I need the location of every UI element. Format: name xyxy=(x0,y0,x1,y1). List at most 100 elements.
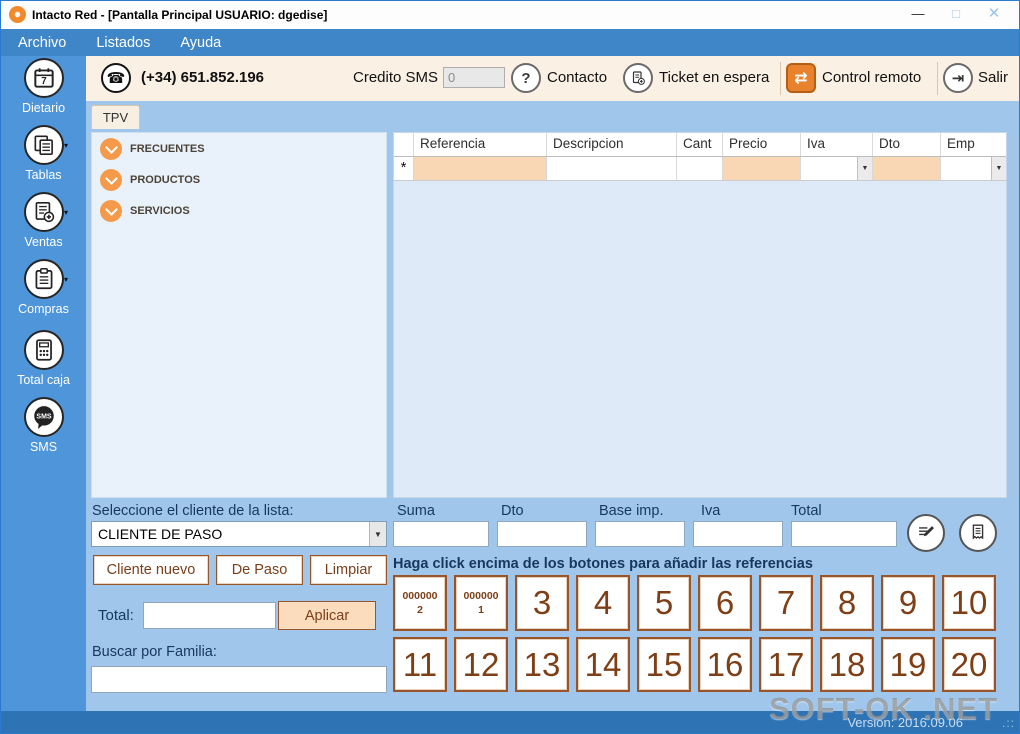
grid-header-marker xyxy=(394,133,414,156)
base-imp-label: Base imp. xyxy=(599,503,664,519)
reference-button[interactable]: 11 xyxy=(393,637,447,692)
grid-header-iva: Iva xyxy=(801,133,873,156)
cell-cant[interactable] xyxy=(677,157,723,180)
contacto-button[interactable]: Contacto xyxy=(547,69,607,86)
salir-icon[interactable]: ⇥ xyxy=(943,63,973,93)
reference-button[interactable]: 6 xyxy=(698,575,752,631)
receipt-icon[interactable] xyxy=(959,514,997,552)
iva-input[interactable] xyxy=(693,521,783,547)
chevron-down-icon[interactable]: ▾ xyxy=(64,275,68,284)
reference-button[interactable]: 4 xyxy=(576,575,630,631)
reference-button[interactable]: 15 xyxy=(637,637,691,692)
reference-button[interactable]: 14 xyxy=(576,637,630,692)
sidebar-item-ventas[interactable]: ▾ Ventas xyxy=(1,192,86,249)
toolbar-separator xyxy=(780,62,781,95)
reference-button[interactable]: 17 xyxy=(759,637,813,692)
iva-label: Iva xyxy=(701,503,721,519)
cliente-nuevo-button[interactable]: Cliente nuevo xyxy=(93,555,209,585)
reference-button[interactable]: 19 xyxy=(881,637,935,692)
tree-item-frecuentes[interactable]: FRECUENTES xyxy=(92,133,386,164)
cell-dto[interactable] xyxy=(873,157,941,180)
grid-header-descripcion: Descripcion xyxy=(547,133,677,156)
sidebar-item-tablas[interactable]: ▾ Tablas xyxy=(1,125,86,182)
buscar-familia-label: Buscar por Familia: xyxy=(92,644,217,660)
sidebar-item-total-caja[interactable]: Total caja xyxy=(1,330,86,387)
chevron-down-icon[interactable]: ▾ xyxy=(64,141,68,150)
menu-archivo[interactable]: Archivo xyxy=(18,35,66,51)
svg-text:7: 7 xyxy=(41,76,46,87)
calendar-icon: 7 xyxy=(23,58,64,98)
menu-ayuda[interactable]: Ayuda xyxy=(180,35,221,51)
suma-input[interactable] xyxy=(393,521,489,547)
reference-button[interactable]: 18 xyxy=(820,637,874,692)
reference-button[interactable]: 3 xyxy=(515,575,569,631)
app-logo-icon xyxy=(9,6,26,23)
de-paso-button[interactable]: De Paso xyxy=(216,555,303,585)
ticket-en-espera-icon[interactable] xyxy=(623,63,653,93)
reference-button[interactable]: 10 xyxy=(942,575,996,631)
resize-grip[interactable]: .:: xyxy=(1002,716,1015,730)
grid-header-referencia: Referencia xyxy=(414,133,547,156)
close-button[interactable]: ✕ xyxy=(979,3,1009,25)
grid-new-row: * ▼ ▼ xyxy=(394,157,1006,181)
status-bar: Version: 2016.09.06 .:: xyxy=(1,711,1019,733)
total-input[interactable] xyxy=(143,602,276,629)
dropdown-arrow-icon[interactable]: ▼ xyxy=(857,157,872,180)
cell-descripcion[interactable] xyxy=(547,157,677,180)
tree-item-servicios[interactable]: SERVICIOS xyxy=(92,195,386,226)
cell-iva[interactable]: ▼ xyxy=(801,157,873,180)
tab-tpv[interactable]: TPV xyxy=(91,105,140,129)
reference-button[interactable]: 13 xyxy=(515,637,569,692)
grid-header-dto: Dto xyxy=(873,133,941,156)
control-remoto-icon[interactable]: ⇄ xyxy=(786,63,816,93)
grid-header-emp: Emp xyxy=(947,136,975,151)
minimize-button[interactable]: — xyxy=(903,3,933,25)
reference-button[interactable]: 7 xyxy=(759,575,813,631)
reference-button[interactable]: 8 xyxy=(820,575,874,631)
base-imp-input[interactable] xyxy=(595,521,685,547)
grid-header-row: Referencia Descripcion Cant Precio Iva D… xyxy=(394,133,1006,157)
limpiar-button[interactable]: Limpiar xyxy=(310,555,387,585)
tree-item-productos[interactable]: PRODUCTOS xyxy=(92,164,386,195)
maximize-button[interactable]: □ xyxy=(941,3,971,25)
total-amount-input[interactable] xyxy=(791,521,897,547)
sidebar-item-sms[interactable]: SMS SMS xyxy=(1,397,86,454)
reference-button[interactable]: 12 xyxy=(454,637,508,692)
new-row-marker: * xyxy=(394,157,414,180)
dropdown-arrow-icon[interactable]: ▼ xyxy=(991,157,1006,180)
total-label: Total: xyxy=(98,607,134,624)
sidebar-item-dietario[interactable]: 7 Dietario xyxy=(1,58,86,115)
chevron-down-icon xyxy=(100,138,122,160)
cell-emp[interactable]: ▼ xyxy=(941,157,1006,180)
ticket-en-espera-button[interactable]: Ticket en espera xyxy=(659,69,769,86)
client-select[interactable]: CLIENTE DE PASO ▼ xyxy=(91,521,387,547)
edit-notes-icon[interactable] xyxy=(907,514,945,552)
suma-label: Suma xyxy=(397,503,435,519)
reference-button[interactable]: 000000 1 xyxy=(454,575,508,631)
sidebar-item-compras[interactable]: ▾ Compras xyxy=(1,259,86,316)
reference-button[interactable]: 000000 2 xyxy=(393,575,447,631)
menu-bar: Archivo Listados Ayuda xyxy=(1,29,1019,56)
control-remoto-button[interactable]: Control remoto xyxy=(822,69,921,86)
ticket-grid: Referencia Descripcion Cant Precio Iva D… xyxy=(393,132,1007,498)
cell-precio[interactable] xyxy=(723,157,801,180)
toolbar-separator xyxy=(937,62,938,95)
title-bar: Intacto Red - [Pantalla Principal USUARI… xyxy=(1,1,1019,29)
reference-button[interactable]: 5 xyxy=(637,575,691,631)
chevron-down-icon xyxy=(100,200,122,222)
familia-search-input[interactable] xyxy=(91,666,387,693)
calculator-icon xyxy=(23,330,64,370)
contacto-icon[interactable]: ? xyxy=(511,63,541,93)
credito-sms-input[interactable] xyxy=(443,67,505,88)
svg-text:SMS: SMS xyxy=(36,414,52,421)
dto-input[interactable] xyxy=(497,521,587,547)
reference-button[interactable]: 16 xyxy=(698,637,752,692)
chevron-down-icon[interactable]: ▾ xyxy=(64,208,68,217)
reference-button[interactable]: 20 xyxy=(942,637,996,692)
salir-button[interactable]: Salir xyxy=(978,69,1008,86)
aplicar-button[interactable]: Aplicar xyxy=(278,601,376,630)
dropdown-arrow-icon[interactable]: ▼ xyxy=(369,522,386,546)
reference-button[interactable]: 9 xyxy=(881,575,935,631)
cell-referencia[interactable] xyxy=(414,157,547,180)
menu-listados[interactable]: Listados xyxy=(96,35,150,51)
